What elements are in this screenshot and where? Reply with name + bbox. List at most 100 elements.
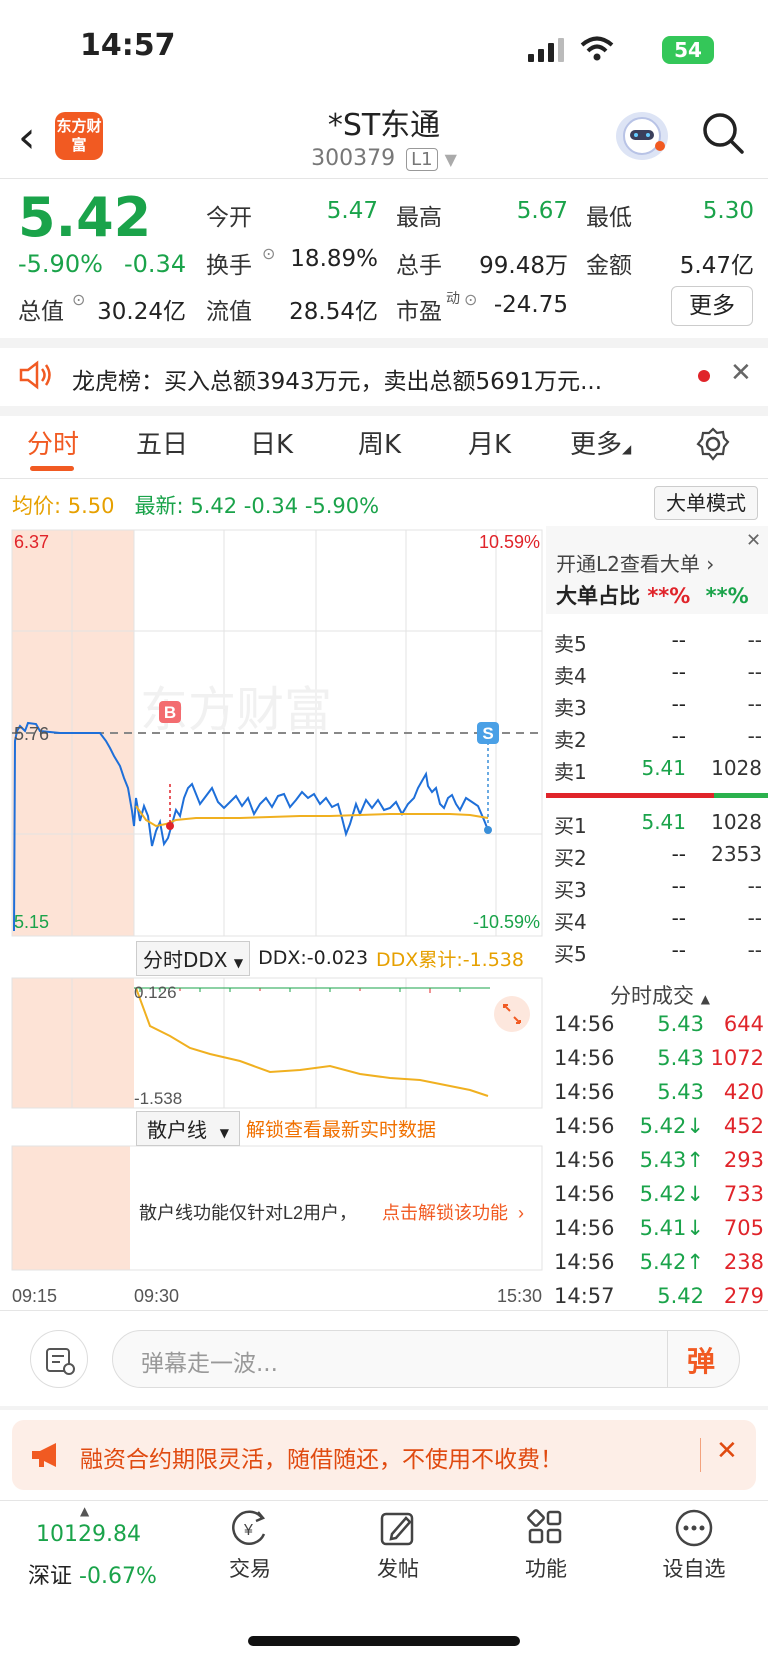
settings-gear-icon[interactable] [696,427,730,461]
retail-msg: 散户线功能仅针对L2用户， [139,1203,357,1223]
turnover-label: 换手 [206,253,252,279]
dropdown-icon: ▼ [219,1125,229,1140]
danmu-settings-button[interactable] [30,1330,88,1388]
trade-row: 14:56 5.41↓ 705 [554,1216,764,1240]
ddx-bottom-value: -1.538 [134,1089,182,1108]
ddx-selector[interactable]: 分时DDX ▼ [136,940,251,976]
y-axis-mid: 5.76 [14,724,49,744]
tab-more[interactable]: 更多◢ [570,424,631,461]
ratio-bar-buy [714,793,768,798]
current-price: 5.42 [18,186,152,249]
trade-row: 14:56 5.42↑ 238 [554,1250,764,1274]
level-badge: L1 [406,148,438,171]
grid-icon [527,1509,562,1544]
megaphone-icon [32,1443,56,1467]
index-value[interactable]: 10129.84 [36,1522,141,1547]
chevron-down-icon: ▼ [444,150,457,169]
danmu-input[interactable]: 弹幕走一波... 弹 [112,1330,740,1388]
signal-icon [528,38,564,62]
tab-monthly-k[interactable]: 月K [468,424,511,461]
promo-banner[interactable]: 融资合约期限灵活，随借随还，不使用不收费！ ✕ [12,1420,756,1490]
svg-text:¥: ¥ [243,1522,253,1539]
tab-underline [30,466,74,471]
change-percent: -5.90% [18,250,103,278]
big-order-ratio: 大单占比 **% **% [556,584,749,608]
avg-label: 均价: [12,494,62,518]
retail-selector[interactable]: 散户线 ▼ [136,1110,240,1146]
turnover-value: 18.89% [290,246,378,272]
close-icon[interactable]: ✕ [730,358,752,388]
low-label: 最低 [586,205,632,231]
tab-post[interactable]: 发帖 [338,1508,458,1583]
more-dots-icon [675,1509,713,1547]
search-icon[interactable] [700,110,746,156]
retail-unlock-link[interactable]: 点击解锁该功能 [382,1203,508,1223]
volume-value: 99.48万 [479,253,568,279]
bid-row: 买2 -- 2353 [554,842,762,870]
danmu-settings-icon [46,1348,75,1375]
open-value: 5.47 [326,198,378,224]
pre-market-area [12,978,134,1108]
trade-row: 14:56 5.43↑ 293 [554,1148,764,1172]
ddx-header: 分时DDX ▼ DDX:-0.023 DDX累计:-1.538 [136,940,524,976]
trade-row: 14:56 5.43 644 [554,1012,764,1036]
tab-watchlist[interactable]: 设自选 [634,1508,754,1583]
close-icon[interactable]: ✕ [716,1436,738,1466]
pe-label: 市盈 [396,299,442,325]
mktcap-label: 总值 [18,299,64,325]
volume-label: 总手 [396,253,442,279]
open-label: 今开 [206,205,252,231]
amount-label: 金额 [586,253,632,279]
battery-indicator: 54 [662,36,714,64]
ratio-bar-sell [546,793,714,798]
pe-sup: 动 [446,291,460,307]
intraday-chart[interactable]: 东方财富 B S 6.37 5.76 5.15 10.59% -10.59% 0… [0,526,548,1308]
edit-icon [380,1512,414,1546]
tab-functions[interactable]: 功能 [486,1508,606,1583]
pre-market-area [12,1146,130,1270]
ask-row: 卖1 5.41 1028 [554,756,762,784]
danmu-toggle-button[interactable]: 弹 [687,1340,715,1380]
index-change: -0.67% [79,1564,157,1589]
bid-row: 买3 -- -- [554,874,762,902]
avg-value: 5.50 [67,494,115,518]
tab-five-day[interactable]: 五日 [136,424,188,461]
trade-row: 14:57 5.42 279 [554,1284,764,1308]
index-info[interactable]: 深证 -0.67% [28,1558,157,1590]
high-label: 最高 [396,205,442,231]
more-quote-button[interactable]: 更多 [671,286,753,326]
info-icon[interactable]: ⊙ [464,290,477,309]
high-value: 5.67 [516,198,568,224]
close-icon[interactable]: ✕ [746,530,761,551]
tab-intraday[interactable]: 分时 [27,424,79,461]
expand-icon[interactable] [494,996,530,1032]
tab-weekly-k[interactable]: 周K [358,424,401,461]
assistant-avatar[interactable] [616,112,668,160]
pct-axis-bottom: -10.59% [473,912,540,932]
trade-row: 14:56 5.43 1072 [554,1046,764,1070]
latest-value: 5.42 [190,494,238,518]
latest-percent: -5.90% [304,494,380,518]
danmu-placeholder: 弹幕走一波... [141,1351,278,1377]
notice-text[interactable]: 龙虎榜：买入总额3943万元，卖出总额5691万元... [72,362,672,396]
pe-value: -24.75 [493,292,568,318]
status-time: 14:57 [80,28,176,63]
y-axis-bottom: 5.15 [14,912,49,932]
retail-header: 散户线 ▼ 解锁查看最新实时数据 [136,1110,436,1146]
ddx-cum-line [135,987,489,1097]
info-icon[interactable]: ⊙ [262,244,275,263]
tab-daily-k[interactable]: 日K [250,424,293,461]
dropdown-icon: ▼ [233,955,244,970]
trades-title[interactable]: 分时成交 ▲ [610,980,710,1010]
l2-open-link[interactable]: 开通L2查看大单 › [556,548,714,577]
wifi-icon [580,36,614,61]
ddx-value: DDX:-0.023 [258,947,369,969]
info-icon[interactable]: ⊙ [72,290,85,309]
tab-trade[interactable]: ¥ 交易 [190,1508,310,1583]
big-order-mode-button[interactable]: 大单模式 [654,486,758,520]
promo-text: 融资合约期限灵活，随借随还，不使用不收费！ [80,1447,563,1473]
float-value: 28.54亿 [289,299,378,325]
retail-unlock-tip[interactable]: 解锁查看最新实时数据 [246,1115,436,1142]
index-name: 深证 [28,1564,73,1589]
bid-row: 买1 5.41 1028 [554,810,762,838]
